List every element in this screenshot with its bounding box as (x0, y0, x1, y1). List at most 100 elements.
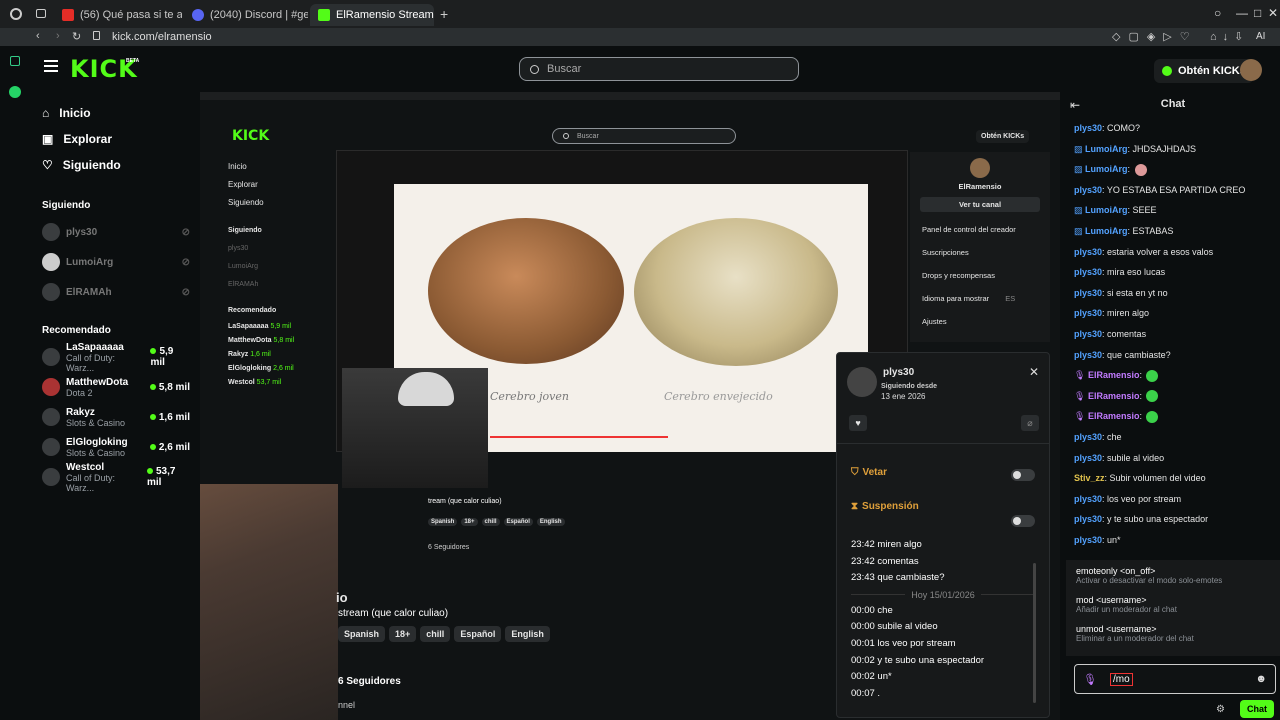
sidebar-item-siguiendo[interactable]: ♡ Siguiendo (30, 152, 200, 178)
close-icon[interactable]: ✕ (1029, 365, 1039, 379)
timeout-toggle[interactable] (1011, 515, 1035, 527)
chat-title: Chat (1160, 98, 1186, 110)
url-field[interactable]: kick.com/elramensio (112, 31, 212, 43)
get-kicks-button[interactable]: Obtén KICKs (1154, 59, 1254, 83)
chat-message: ▨ LumoiArg: JHDSAJHDAJS (1074, 143, 1197, 154)
tag-chip[interactable]: 18+ (389, 626, 417, 642)
chat-message: ▨ LumoiArg: (1066, 159, 1280, 180)
chat-username[interactable]: plys30 (1074, 329, 1102, 339)
heart-icon[interactable]: ♥ (849, 415, 867, 431)
send-chat-button[interactable]: Chat (1240, 700, 1274, 718)
toolbar-icons[interactable]: ⌂↓⇩ (1210, 30, 1249, 43)
recommended-item[interactable]: Rakyz Slots & Casino 1,6 mil (30, 402, 200, 432)
command-item[interactable]: unmod <username> Eliminar a un moderador … (1066, 624, 1280, 643)
sidebar-item-explorar[interactable]: ▣ Explorar (30, 126, 200, 152)
chat-username[interactable]: plys30 (1074, 308, 1102, 318)
sub-badge-icon: ▨ (1074, 164, 1086, 175)
offline-icon: ⊘ (181, 256, 190, 268)
opera-logo-icon[interactable] (10, 8, 22, 20)
mute-icon[interactable]: ⌀ (1021, 415, 1039, 431)
search-tabs-icon[interactable]: ○ (1214, 6, 1221, 20)
tag-chip[interactable]: chill (420, 626, 451, 642)
chat-username[interactable]: plys30 (1074, 185, 1102, 195)
recommended-title: Recomendado (42, 325, 111, 336)
following-item[interactable]: LumoiArg ⊘ (30, 247, 200, 277)
chat-text: ESTABAS (1132, 225, 1174, 236)
nested-user-menu: ElRamensio Ver tu canal Panel de control… (910, 152, 1050, 342)
offline-icon: ⊘ (181, 226, 190, 238)
ban-toggle[interactable] (1011, 469, 1035, 481)
emote-icon (1146, 410, 1159, 423)
search-input[interactable]: Buscar (519, 57, 799, 81)
chat-username[interactable]: LumoiArg (1085, 226, 1128, 236)
tag-chip[interactable]: English (505, 626, 550, 642)
chat-input-value[interactable]: /mo (1109, 672, 1133, 686)
forward-icon[interactable]: › (56, 30, 60, 42)
following-item[interactable]: ElRAMAh ⊘ (30, 277, 200, 307)
address-bar: ‹ › ↻ kick.com/elramensio ◇▢◈▷♡ ⌂↓⇩ AI (0, 28, 1280, 46)
sidebar-item-inicio[interactable]: ⌂ Inicio (30, 100, 200, 126)
recommended-item[interactable]: Westcol Call of Duty: Warz... 53,7 mil (30, 462, 200, 493)
chat-username[interactable]: plys30 (1074, 514, 1102, 524)
followers-count: 6 Seguidores (338, 676, 401, 687)
tab-kick[interactable]: ElRamensio Stream - Wat (310, 4, 434, 26)
channel-fragment: nnel (338, 700, 356, 710)
chat-username[interactable]: ElRamensio (1088, 391, 1140, 401)
stream-title: io (336, 590, 348, 605)
tab-youtube[interactable]: (56) Qué pasa si te acostu (54, 4, 182, 26)
avatar[interactable] (1240, 59, 1262, 81)
chat-input[interactable]: 🎙 /mo ☻ (1074, 664, 1276, 694)
whatsapp-icon[interactable] (9, 86, 21, 98)
minimize-icon[interactable]: — (1236, 6, 1248, 20)
chat-username[interactable]: plys30 (1074, 453, 1102, 463)
settings-icon[interactable]: ⚙ (1216, 704, 1225, 715)
chat-username[interactable]: ElRamensio (1088, 411, 1140, 421)
tab-discord[interactable]: (2040) Discord | #ge (184, 4, 308, 26)
hamburger-menu-icon[interactable] (44, 60, 58, 72)
close-window-icon[interactable]: ✕ (1268, 6, 1278, 20)
tag-chip[interactable]: Spanish (338, 626, 386, 642)
chat-username[interactable]: plys30 (1074, 535, 1102, 545)
aria-icon[interactable] (10, 56, 20, 66)
chat-message: plys30: y te subo una espectador (1074, 514, 1209, 525)
viewer-count: 5,9 mil (150, 346, 174, 368)
following-item[interactable]: plys30 ⊘ (30, 217, 200, 247)
chat-username[interactable]: LumoiArg (1085, 164, 1128, 174)
chat-username[interactable]: plys30 (1074, 288, 1102, 298)
command-item[interactable]: mod <username> Añadir un moderador al cha… (1066, 595, 1280, 614)
back-icon[interactable]: ‹ (36, 30, 40, 42)
tab-manager-icon[interactable] (36, 9, 46, 18)
chat-username[interactable]: LumoiArg (1085, 144, 1128, 154)
chat-username[interactable]: Stiv_zz (1074, 473, 1105, 483)
chat-username[interactable]: plys30 (1074, 494, 1102, 504)
viewer-count: 53,7 mil (146, 466, 176, 488)
new-tab-icon[interactable]: + (440, 6, 448, 22)
chat-message: plys30: un* (1074, 534, 1121, 545)
nested-followers: 6 Seguidores (428, 544, 470, 551)
search-icon (530, 64, 539, 74)
chat-username[interactable]: plys30 (1074, 123, 1102, 133)
command-item[interactable]: emoteonly <on_off> Activar o desactivar e… (1066, 566, 1280, 585)
scrollbar[interactable] (1033, 563, 1036, 703)
recommended-item[interactable]: MatthewDota Dota 2 5,8 mil (30, 372, 200, 402)
viewer-count: 5,8 mil (149, 382, 190, 393)
chat-username[interactable]: plys30 (1074, 350, 1102, 360)
chat-messages: plys30: COMO? ▨ LumoiArg: JHDSAJHDAJS ▨ Lu… (1066, 118, 1280, 550)
tag-chip[interactable]: Español (454, 626, 502, 642)
user-mod-popup: plys30 Siguiendo desde 13 ene 2026 ✕ ♥ ⌀… (836, 352, 1050, 718)
kick-header: KICK BETA Buscar Obtén KICKs (30, 46, 1280, 92)
chat-username[interactable]: plys30 (1074, 267, 1102, 277)
chat-username[interactable]: ElRamensio (1088, 370, 1140, 380)
recommended-item[interactable]: ElGlogloking Slots & Casino 2,6 mil (30, 432, 200, 462)
maximize-icon[interactable]: □ (1254, 6, 1261, 20)
chat-username[interactable]: plys30 (1074, 247, 1102, 257)
nested-cap-shape (398, 372, 454, 406)
chat-message: plys30: si esta en yt no (1074, 287, 1168, 298)
chat-username[interactable]: LumoiArg (1085, 205, 1128, 215)
chat-username[interactable]: plys30 (1074, 432, 1102, 442)
extension-icons[interactable]: ◇▢◈▷♡ (1112, 30, 1198, 43)
emoji-icon[interactable]: ☻ (1255, 673, 1267, 685)
ai-button[interactable]: AI (1256, 31, 1265, 42)
recommended-item[interactable]: LaSapaaaaa Call of Duty: Warz... 5,9 mil (30, 342, 200, 373)
reload-icon[interactable]: ↻ (72, 30, 81, 43)
